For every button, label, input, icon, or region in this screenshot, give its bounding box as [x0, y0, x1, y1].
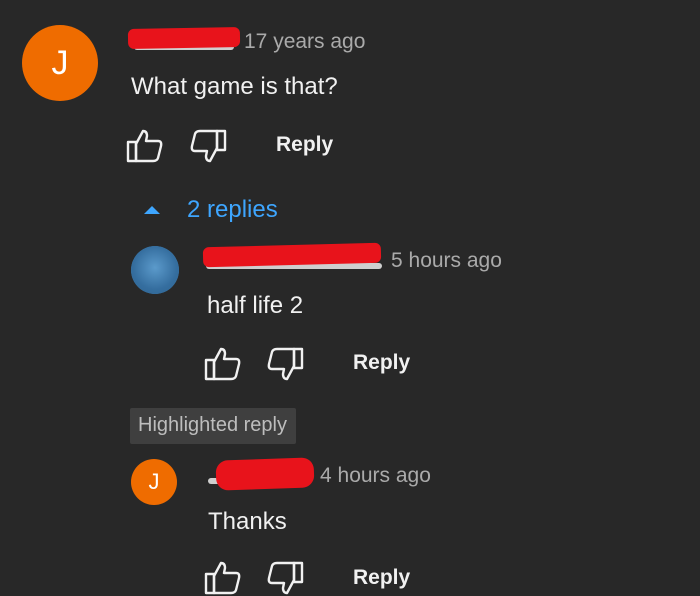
like-icon[interactable] [126, 128, 164, 164]
avatar-image [131, 246, 179, 294]
comment-text: What game is that? [131, 73, 338, 100]
caret-up-icon [144, 206, 160, 214]
dislike-icon[interactable] [266, 560, 304, 596]
highlighted-reply-badge: Highlighted reply [130, 408, 296, 444]
replies-toggle[interactable]: 2 replies [144, 196, 278, 224]
reply-timestamp[interactable]: 5 hours ago [391, 249, 502, 273]
replies-count-link: 2 replies [187, 196, 278, 223]
avatar[interactable]: J [131, 459, 177, 505]
comment-timestamp[interactable]: 17 years ago [244, 30, 365, 54]
reply-text: half life 2 [207, 292, 304, 319]
avatar-letter: J [148, 469, 160, 494]
like-icon[interactable] [204, 560, 242, 596]
reply-text: Thanks [208, 508, 287, 535]
dislike-icon[interactable] [266, 346, 304, 382]
dislike-icon[interactable] [189, 128, 227, 164]
author-name-redaction [215, 457, 315, 491]
author-name-redaction [127, 27, 241, 49]
reply-button[interactable]: Reply [353, 351, 410, 375]
avatar-letter: J [51, 43, 69, 82]
avatar[interactable]: J [22, 25, 98, 101]
reply-timestamp[interactable]: 4 hours ago [320, 464, 431, 488]
like-icon[interactable] [204, 346, 242, 382]
reply-button[interactable]: Reply [353, 566, 410, 590]
avatar[interactable] [131, 246, 179, 294]
reply-button[interactable]: Reply [276, 133, 333, 157]
